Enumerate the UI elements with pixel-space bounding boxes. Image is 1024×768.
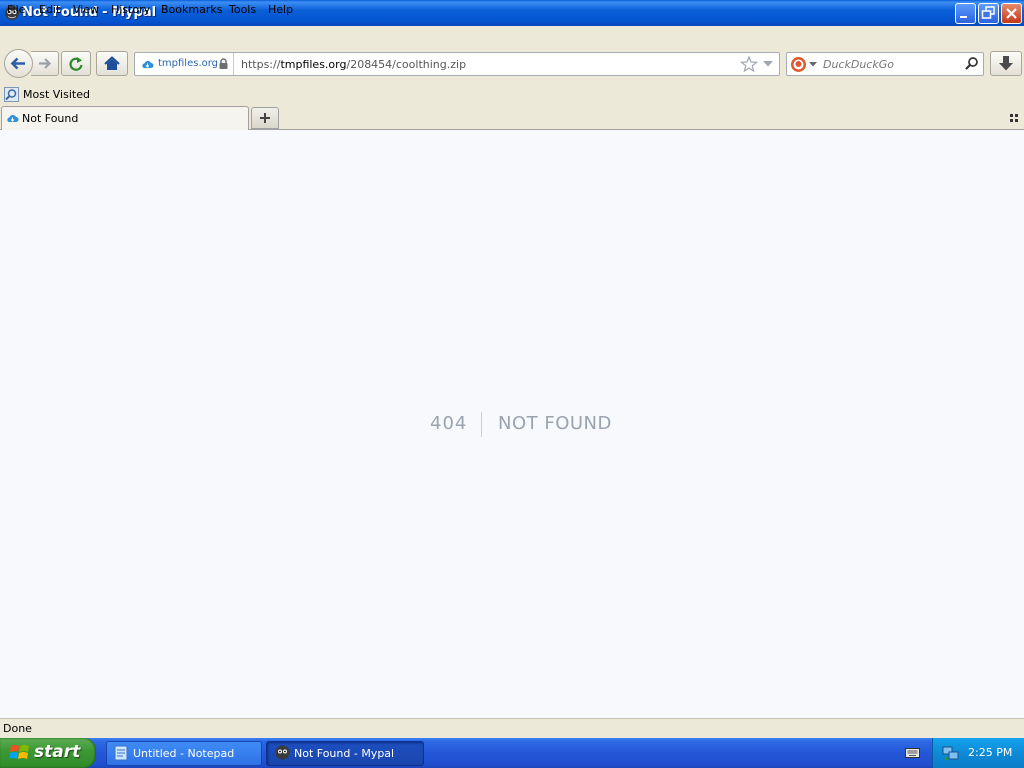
restore-icon	[981, 6, 995, 19]
most-visited-icon	[4, 87, 19, 102]
search-icon[interactable]	[964, 56, 979, 71]
url-scheme: https://	[241, 58, 281, 71]
cloud-icon	[142, 61, 154, 68]
bookmarks-toolbar	[0, 82, 1024, 106]
error-code: 404	[430, 413, 468, 434]
mypal-taskbar-icon	[275, 745, 290, 760]
reload-icon	[69, 57, 83, 71]
status-text: Done	[3, 722, 32, 735]
taskbar-item-label: Not Found - Mypal	[294, 747, 395, 760]
plus-icon	[260, 113, 270, 123]
duckduckgo-icon[interactable]	[790, 56, 807, 73]
menu-history[interactable]: History	[111, 3, 150, 16]
keyboard-icon[interactable]	[905, 746, 920, 759]
download-arrow-icon	[999, 56, 1013, 71]
error-message: NOT FOUND	[498, 413, 612, 434]
status-bar	[0, 718, 1024, 738]
tab-label: Not Found	[22, 112, 79, 125]
identity-host-label: tmpfiles.org	[158, 58, 219, 69]
downloads-button[interactable]	[990, 51, 1022, 76]
menu-bar	[0, 26, 1024, 46]
home-icon	[104, 56, 120, 70]
menu-bookmarks[interactable]: Bookmarks	[161, 3, 222, 16]
start-label: start	[34, 742, 81, 762]
minimize-icon	[960, 16, 967, 18]
url-host: tmpfiles.org	[280, 58, 347, 71]
bookmark-star-icon[interactable]	[740, 55, 758, 73]
forward-button[interactable]	[31, 51, 59, 76]
restore-button[interactable]	[978, 3, 999, 24]
url-text: https://tmpfiles.org/208454/coolthing.zi…	[241, 58, 466, 71]
error-divider	[481, 412, 482, 437]
network-icon[interactable]	[942, 745, 959, 761]
bookmark-most-visited[interactable]: Most Visited	[23, 88, 90, 101]
menu-file[interactable]: File	[7, 3, 25, 16]
taskbar-clock[interactable]: 2:25 PM	[968, 746, 1012, 759]
tab-list-grid-icon[interactable]	[1009, 113, 1019, 123]
close-button[interactable]	[1001, 3, 1022, 24]
forward-arrow-icon	[39, 58, 52, 69]
url-dropdown-icon[interactable]	[762, 60, 774, 68]
tab-cloud-icon	[7, 115, 19, 122]
menu-view[interactable]: View	[73, 3, 99, 16]
new-tab-button[interactable]	[251, 107, 279, 129]
url-path: /208454/coolthing.zip	[346, 58, 467, 71]
menu-edit[interactable]: Edit	[39, 3, 60, 16]
menu-help[interactable]: Help	[268, 3, 293, 16]
notepad-icon	[114, 745, 128, 761]
reload-button[interactable]	[61, 51, 91, 76]
home-button[interactable]	[96, 51, 128, 76]
back-button[interactable]	[4, 49, 33, 78]
back-arrow-icon	[10, 57, 25, 70]
search-placeholder: DuckDuckGo	[823, 58, 894, 71]
menu-tools[interactable]: Tools	[229, 3, 256, 16]
search-engine-dropdown-icon[interactable]	[809, 62, 817, 67]
lock-icon	[219, 58, 228, 69]
close-icon	[1006, 8, 1017, 19]
minimize-button[interactable]	[955, 3, 976, 24]
taskbar-item-label: Untitled - Notepad	[133, 747, 235, 760]
windows-logo-icon	[10, 745, 29, 759]
